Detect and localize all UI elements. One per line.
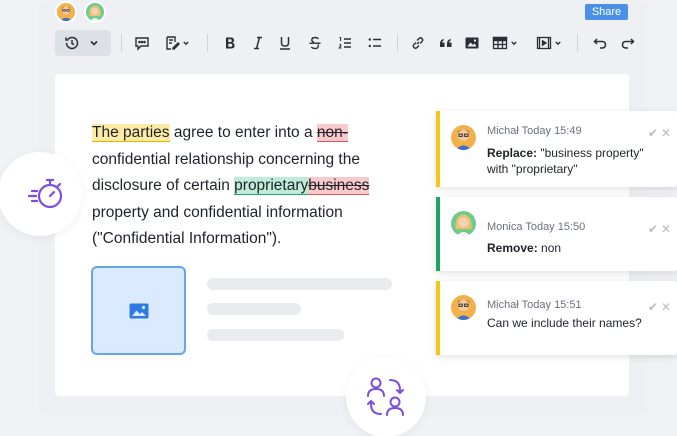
comment-actions: ✔ ✕	[648, 300, 671, 314]
comment-meta: Michał Today 15:49	[487, 125, 582, 137]
link-icon	[412, 37, 424, 49]
avatar-man-icon	[451, 125, 476, 150]
comment-card[interactable]: Michał Today 15:51 Can we include their …	[436, 281, 677, 355]
collaborator-avatar-monica[interactable]	[84, 1, 106, 23]
comment-time: Today 15:49	[521, 125, 582, 137]
undo-icon	[593, 38, 607, 49]
avatar-woman-icon	[86, 3, 104, 21]
bold-button[interactable]	[219, 28, 241, 58]
collaboration-badge	[346, 357, 426, 436]
quote-button[interactable]	[435, 28, 457, 58]
strikethrough-button[interactable]	[304, 28, 326, 58]
insert-table-button[interactable]	[489, 28, 523, 58]
numbered-list-icon	[338, 36, 351, 49]
redo-icon	[621, 38, 635, 49]
reject-icon[interactable]: ✕	[661, 126, 671, 140]
stopwatch-icon	[27, 178, 63, 209]
insertion-suggestion[interactable]: proprietary	[234, 177, 309, 195]
text-skeleton-line	[207, 303, 301, 315]
italic-button[interactable]	[247, 28, 269, 58]
chevron-down-icon	[511, 41, 517, 46]
comment-accent-bar	[436, 111, 440, 187]
chevron-down-icon	[555, 41, 561, 46]
comment-accent-bar	[436, 197, 440, 271]
avatar-man-icon	[451, 295, 476, 320]
avatar-woman-icon	[451, 211, 476, 236]
comment-body: Remove: non	[487, 241, 667, 257]
comment-meta: Michał Today 15:51	[487, 299, 582, 311]
toolbar-separator	[397, 34, 398, 52]
comment-actions: ✔ ✕	[648, 222, 671, 236]
comment-card[interactable]: Michał Today 15:49 Replace: "business pr…	[436, 111, 677, 187]
toolbar-separator	[577, 34, 578, 52]
track-changes-icon	[166, 36, 180, 50]
comment-time: Today 15:51	[521, 299, 582, 311]
link-button[interactable]	[407, 28, 429, 58]
toolbar	[55, 28, 645, 58]
deletion-suggestion[interactable]: business	[308, 177, 370, 195]
users-swap-icon	[367, 377, 404, 416]
history-icon	[65, 36, 79, 50]
comment-avatar	[451, 125, 476, 150]
comment-author: Monica	[487, 221, 523, 233]
comment-icon	[135, 37, 149, 51]
numbered-list-button[interactable]	[334, 28, 356, 58]
comment-author: Michał	[487, 299, 519, 311]
comment-author: Michał	[487, 125, 519, 137]
comment-card[interactable]: Monica Today 15:50 Remove: non ✔ ✕	[436, 197, 677, 271]
image-icon	[129, 303, 148, 318]
chevron-down-icon	[90, 40, 98, 46]
bold-icon	[226, 37, 235, 49]
paragraph-text: property and confidential information ("…	[92, 203, 343, 248]
image-placeholder[interactable]	[91, 266, 186, 355]
strikethrough-icon	[309, 36, 321, 50]
toolbar-separator	[121, 34, 122, 52]
undo-button[interactable]	[589, 28, 611, 58]
history-button[interactable]	[55, 30, 111, 56]
comment-accent-bar	[436, 281, 440, 355]
paragraph-text: agree to enter into a	[169, 124, 317, 141]
insert-image-button[interactable]	[461, 28, 483, 58]
text-skeleton-line	[207, 329, 344, 341]
text-skeleton-line	[207, 278, 392, 290]
accept-icon[interactable]: ✔	[648, 300, 658, 314]
suggestion-type: Replace:	[487, 146, 538, 160]
underline-icon	[280, 37, 290, 50]
comment-time: Today 15:50	[525, 221, 586, 233]
italic-icon	[254, 36, 262, 50]
image-icon	[465, 37, 479, 49]
bulleted-list-icon	[368, 38, 381, 48]
commented-text[interactable]: The parties	[92, 124, 170, 142]
deletion-suggestion[interactable]: non-	[316, 124, 348, 142]
comment-text: Can we include their names?	[487, 316, 642, 330]
comment-actions: ✔ ✕	[648, 126, 671, 140]
media-icon	[536, 36, 552, 50]
accept-icon[interactable]: ✔	[648, 126, 658, 140]
accept-icon[interactable]: ✔	[648, 222, 658, 236]
underline-button[interactable]	[274, 28, 296, 58]
redo-button[interactable]	[617, 28, 639, 58]
toolbar-separator	[207, 34, 208, 52]
comment-button[interactable]	[131, 28, 153, 58]
insert-media-button[interactable]	[533, 28, 567, 58]
comment-body: Replace: "business property" with "propr…	[487, 146, 667, 177]
comment-avatar	[451, 211, 476, 236]
reject-icon[interactable]: ✕	[661, 300, 671, 314]
table-icon	[492, 36, 508, 50]
comment-avatar	[451, 295, 476, 320]
chevron-down-icon	[183, 41, 189, 46]
document-paragraph[interactable]: The parties agree to enter into a non-co…	[92, 120, 412, 253]
avatar-man-icon	[57, 3, 75, 21]
comment-meta: Monica Today 15:50	[487, 221, 585, 233]
comment-text: non	[537, 241, 562, 255]
time-tracking-badge	[0, 152, 82, 236]
bulleted-list-button[interactable]	[364, 28, 386, 58]
suggestion-type: Remove:	[487, 241, 538, 255]
reject-icon[interactable]: ✕	[661, 222, 671, 236]
quote-icon	[440, 39, 452, 47]
share-button[interactable]: Share	[585, 4, 628, 20]
comment-body: Can we include their names?	[487, 316, 667, 332]
track-changes-button[interactable]	[161, 28, 195, 58]
collaborator-avatar-michal[interactable]	[55, 1, 77, 23]
